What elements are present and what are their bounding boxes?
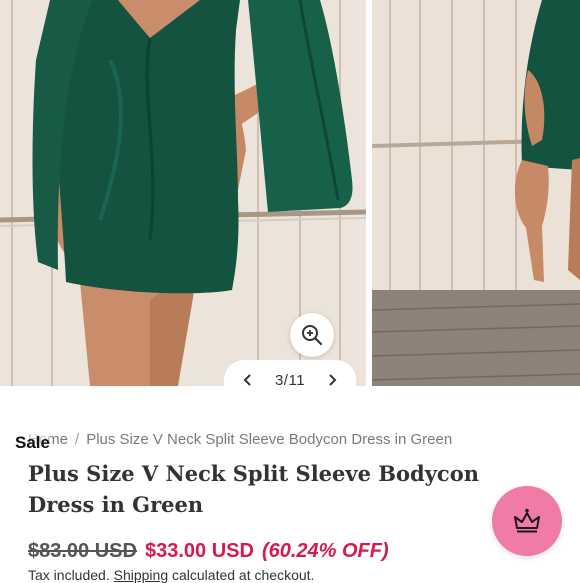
next-image-button[interactable] bbox=[324, 372, 340, 388]
breadcrumb-separator: / bbox=[75, 431, 80, 448]
discount-label: (60.24% OFF) bbox=[261, 540, 389, 562]
image-counter: 3/11 bbox=[274, 371, 306, 389]
chevron-right-icon bbox=[329, 374, 337, 386]
crown-icon bbox=[514, 508, 540, 533]
zoom-button[interactable] bbox=[290, 313, 334, 357]
shipping-note-text: calculated at checkout. bbox=[172, 567, 315, 583]
product-title: Plus Size V Neck Split Sleeve Bodycon Dr… bbox=[28, 461, 479, 517]
product-gallery[interactable]: 3/11 bbox=[0, 0, 580, 400]
tax-included-text: Tax included. bbox=[28, 567, 110, 583]
chevron-left-icon bbox=[243, 374, 251, 386]
prev-image-button[interactable] bbox=[240, 372, 256, 388]
model-photo-side bbox=[372, 0, 580, 386]
tax-shipping-note: Tax included. Shipping calculated at che… bbox=[28, 567, 314, 583]
breadcrumb-current: Plus Size V Neck Split Sleeve Bodycon Dr… bbox=[86, 431, 453, 448]
price-row: $83.00 USD $33.00 USD (60.24% OFF) bbox=[28, 540, 389, 563]
compare-at-price: $83.00 USD bbox=[28, 540, 137, 562]
product-image-next[interactable] bbox=[372, 0, 580, 386]
sale-price: $33.00 USD bbox=[144, 540, 254, 562]
zoom-in-icon bbox=[302, 325, 323, 346]
rewards-button[interactable] bbox=[492, 486, 562, 556]
shipping-policy-link[interactable]: Shipping bbox=[114, 567, 169, 583]
image-pager: 3/11 bbox=[224, 360, 356, 400]
breadcrumb: Home/Plus Size V Neck Split Sleeve Bodyc… bbox=[28, 431, 452, 448]
sale-badge: Sale bbox=[15, 433, 50, 453]
